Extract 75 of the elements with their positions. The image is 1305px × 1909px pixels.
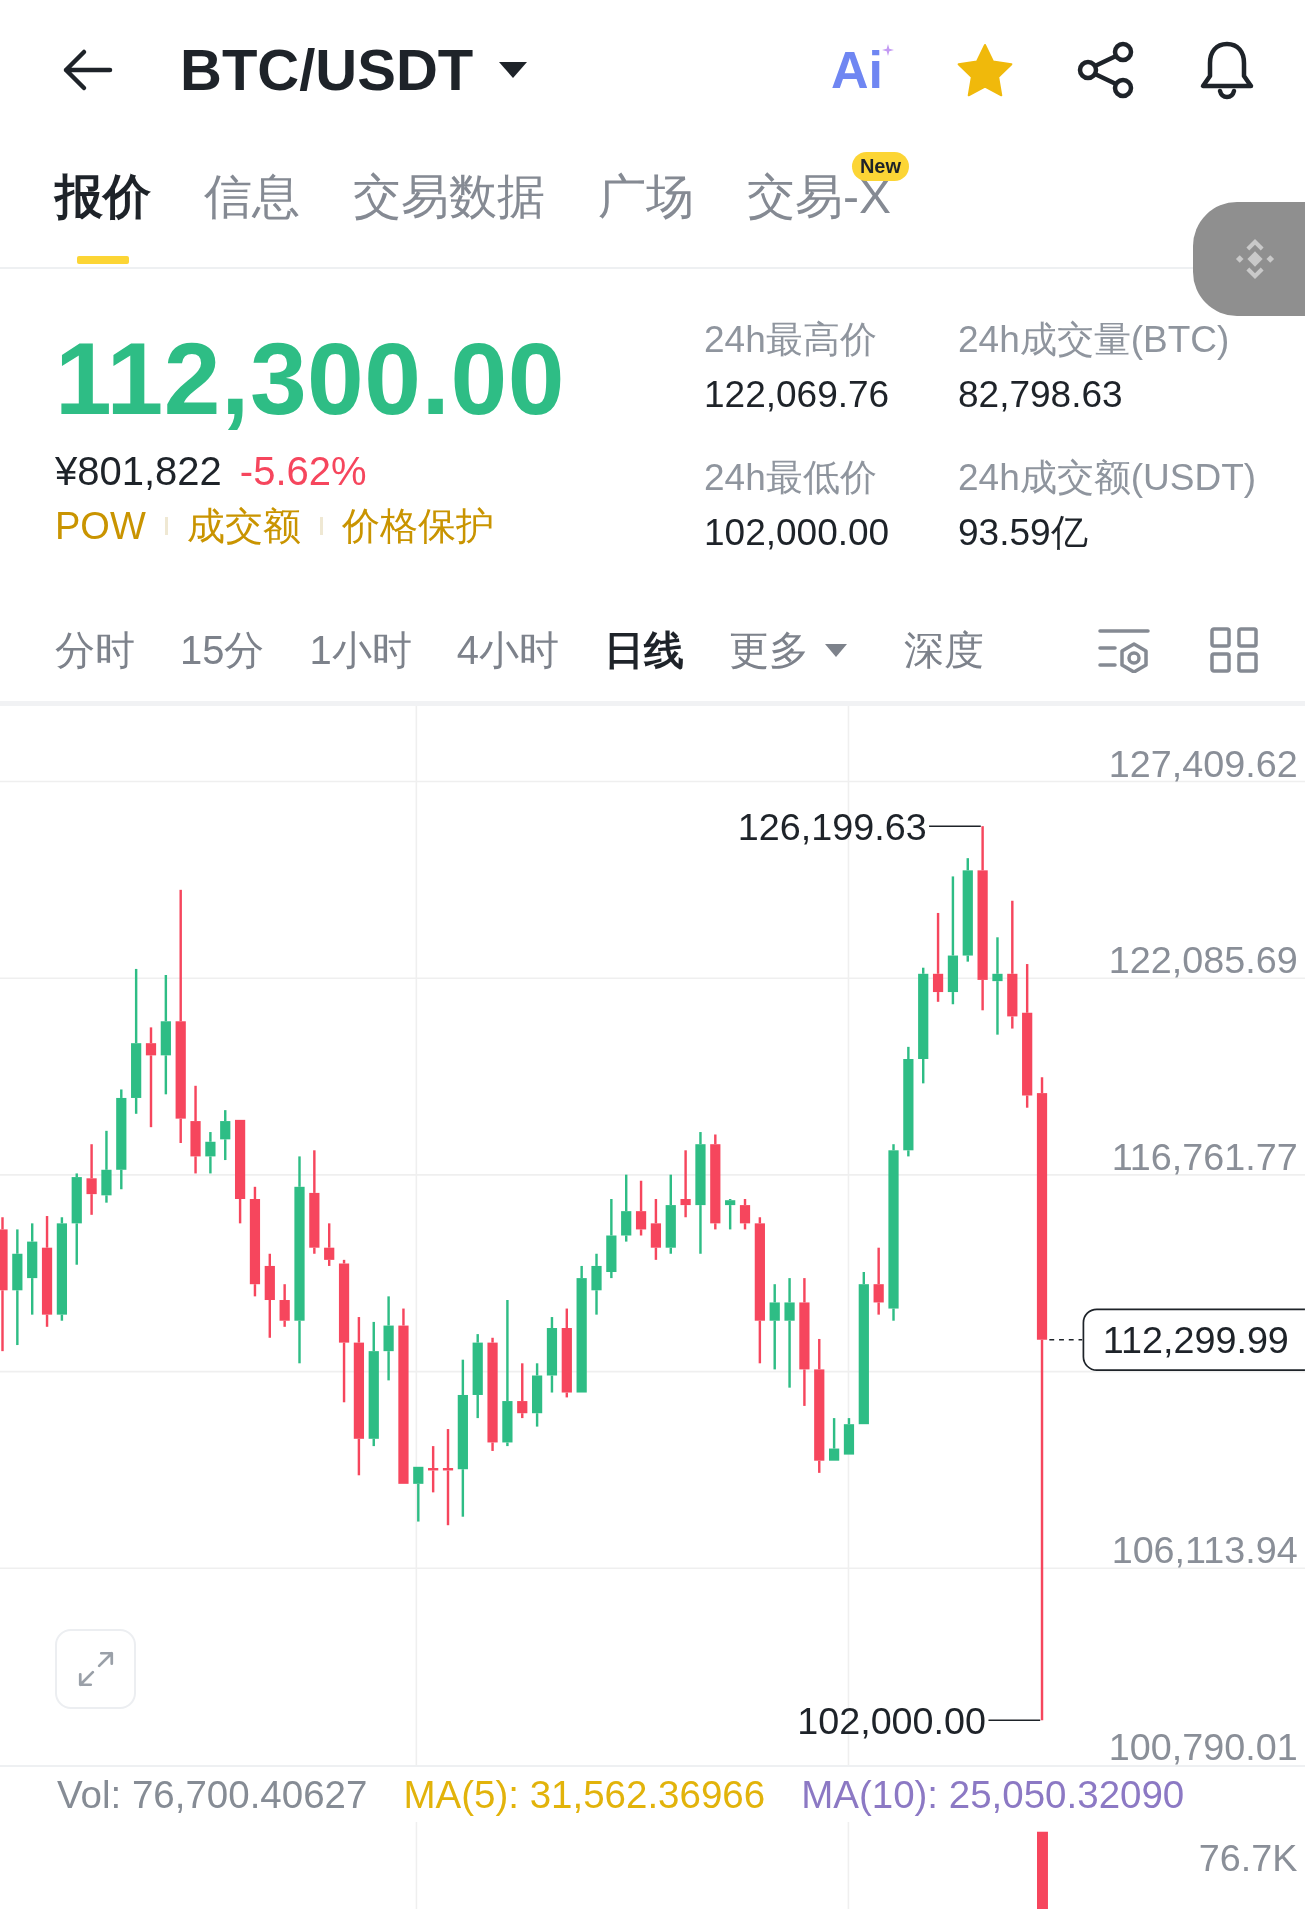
tab[interactable]: 信息	[204, 140, 300, 267]
tab[interactable]: 交易-X New	[747, 140, 909, 267]
stat-label: 24h最低价	[704, 456, 877, 500]
candlestick	[680, 1150, 691, 1218]
pair-selector-button[interactable]: BTC/USDT	[180, 41, 528, 99]
stat-label: 24h成交量(BTC)	[958, 318, 1230, 362]
info-tag-link[interactable]: 价格保护	[341, 502, 494, 550]
tab[interactable]: 报价	[55, 140, 151, 267]
legend-reading: Vol: 76,700.40627	[57, 1772, 368, 1817]
tab[interactable]: 交易数据	[353, 140, 545, 267]
candlestick	[829, 1418, 840, 1461]
diamond-logo-icon	[1234, 238, 1276, 280]
volume-axis-label: 76.7K	[1198, 1836, 1298, 1879]
candlestick	[843, 1418, 855, 1455]
leader-line	[987, 1719, 1041, 1722]
price-line	[1048, 1338, 1083, 1341]
candlestick	[873, 1247, 884, 1315]
interval-tab[interactable]: 日线	[604, 626, 684, 674]
y-axis-label: 127,409.62	[1108, 742, 1298, 785]
leader-line	[928, 825, 982, 827]
y-axis-label: 116,761.77	[1111, 1136, 1298, 1178]
interval-tab[interactable]: 更多	[729, 626, 847, 674]
candlestick	[739, 1199, 751, 1230]
interval-tab[interactable]: 15分	[180, 626, 265, 674]
y-axis-label: 106,113.94	[1111, 1529, 1298, 1572]
stat-value: 82,798.63	[958, 373, 1123, 417]
candlestick	[413, 1466, 424, 1522]
bell-icon[interactable]	[1198, 40, 1256, 100]
legend-reading: MA(5): 31,562.36966	[403, 1772, 766, 1817]
low-price-label: 102,000.00	[797, 1699, 986, 1742]
y-axis-label: 100,790.01	[1108, 1726, 1298, 1765]
last-price-tag: 112,299.99	[1082, 1308, 1305, 1371]
candlestick	[621, 1174, 632, 1242]
ai-button[interactable]: Ai	[831, 44, 894, 96]
grid-layout-icon[interactable]	[1210, 627, 1258, 673]
sparkle-icon	[882, 44, 894, 56]
candlestick	[324, 1223, 335, 1266]
interval-tab[interactable]: 深度	[904, 626, 984, 674]
tab[interactable]: 广场	[598, 140, 694, 267]
stat-label: 24h成交额(USDT)	[958, 456, 1257, 500]
price-change: -5.62%	[239, 448, 367, 495]
candlestick	[532, 1363, 543, 1427]
legend-reading: MA(10): 25,050.32090	[801, 1772, 1185, 1817]
back-arrow-icon[interactable]	[61, 48, 113, 92]
high-price-label: 126,199.63	[737, 805, 927, 848]
star-icon[interactable]	[956, 42, 1014, 98]
info-tag-link[interactable]: POW	[55, 502, 146, 550]
stat-value: 93.59亿	[958, 511, 1088, 555]
interval-tab[interactable]: 4小时	[456, 626, 559, 674]
candlestick	[428, 1446, 439, 1493]
candlestick	[650, 1199, 661, 1260]
stat-value: 122,069.76	[704, 373, 890, 417]
new-badge: New	[851, 152, 909, 181]
y-axis-label: 122,085.69	[1108, 939, 1298, 982]
candlestick	[220, 1110, 231, 1161]
candlestick	[635, 1180, 647, 1236]
caret-down-icon	[499, 62, 528, 78]
candlestick	[279, 1284, 290, 1327]
candlestick	[725, 1199, 736, 1230]
share-icon[interactable]	[1076, 41, 1136, 99]
candlestick	[517, 1363, 528, 1419]
candlestick	[86, 1144, 97, 1215]
stat-label: 24h最高价	[704, 318, 877, 362]
fiat-price: ¥801,822	[55, 448, 222, 495]
info-tag-link[interactable]: 成交额	[186, 502, 301, 550]
stat-value: 102,000.00	[704, 511, 890, 555]
last-price: 112,300.00	[55, 329, 566, 429]
indicator-settings-icon[interactable]	[1098, 627, 1150, 673]
caret-down-icon	[825, 643, 847, 657]
interval-tab[interactable]: 分时	[55, 626, 135, 674]
candlestick	[205, 1132, 216, 1174]
expand-button[interactable]	[55, 1629, 136, 1709]
floating-action-button[interactable]	[1193, 202, 1305, 316]
candlestick	[591, 1253, 602, 1315]
interval-tab[interactable]: 1小时	[309, 626, 412, 674]
